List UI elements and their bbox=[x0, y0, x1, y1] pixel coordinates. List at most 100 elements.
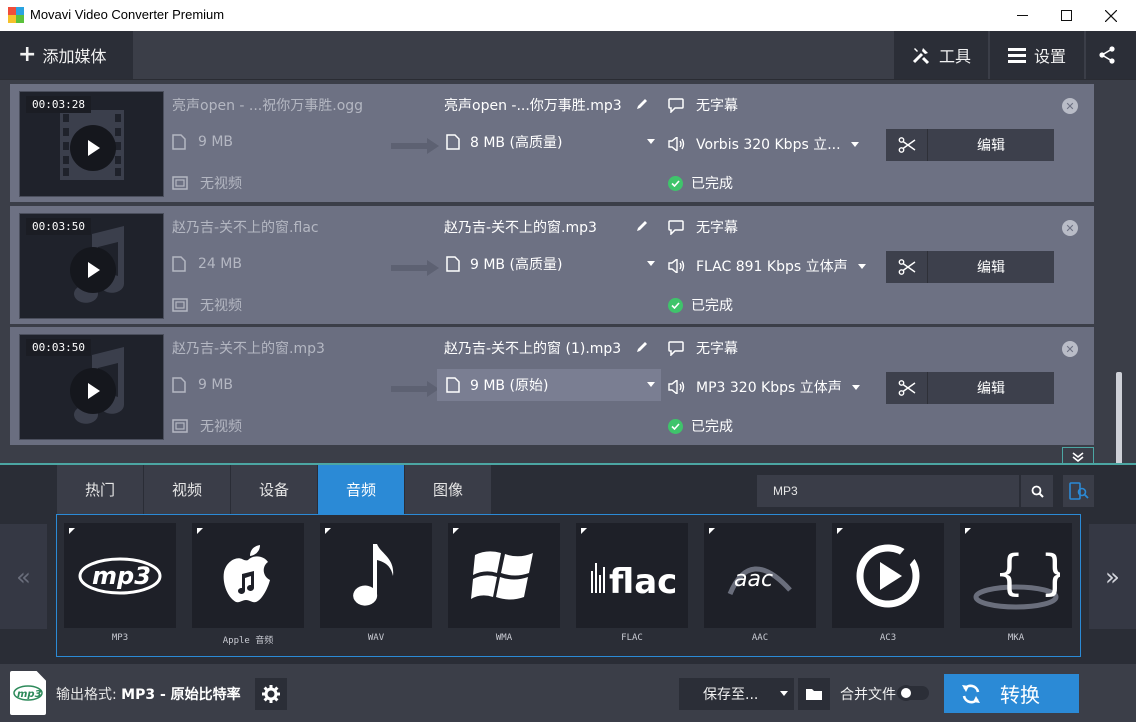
play-button[interactable] bbox=[70, 368, 116, 414]
open-folder-button[interactable] bbox=[798, 678, 830, 710]
close-window-button[interactable] bbox=[1088, 0, 1134, 31]
play-button[interactable] bbox=[70, 125, 116, 171]
maximize-button[interactable] bbox=[1043, 0, 1089, 31]
chevron-down-icon bbox=[647, 382, 655, 387]
minimize-button[interactable] bbox=[999, 0, 1045, 31]
source-size: 9 MB bbox=[172, 134, 233, 150]
edit-button[interactable]: 编辑 bbox=[886, 372, 1054, 404]
format-tabs: 热门 视频 设备 音频 图像 bbox=[57, 465, 492, 514]
share-button[interactable] bbox=[1086, 31, 1136, 79]
tab-popular[interactable]: 热门 bbox=[57, 465, 143, 514]
close-icon: ✕ bbox=[1065, 221, 1075, 235]
remove-file-button[interactable]: ✕ bbox=[1062, 220, 1078, 236]
preset-mka[interactable]: { } bbox=[960, 523, 1072, 628]
preset-corner-marker bbox=[69, 528, 75, 534]
preset-label: AAC bbox=[751, 633, 769, 643]
output-size-dropdown[interactable]: 9 MB (原始) bbox=[437, 369, 661, 401]
tools-button[interactable]: 工具 bbox=[894, 31, 988, 79]
subtitles-dropdown[interactable]: 无字幕 bbox=[668, 95, 738, 115]
output-size-dropdown[interactable]: 9 MB (高质量) bbox=[437, 248, 661, 280]
play-button[interactable] bbox=[70, 247, 116, 293]
file-icon bbox=[172, 377, 186, 393]
svg-text:flac: flac bbox=[609, 562, 677, 601]
preset-label: Apple 音频 bbox=[222, 636, 274, 646]
format-search-input[interactable]: MP3 bbox=[757, 475, 1019, 507]
title-bar: Movavi Video Converter Premium bbox=[0, 0, 1136, 31]
convert-button[interactable]: 转换 bbox=[944, 674, 1079, 713]
speaker-icon bbox=[668, 137, 685, 151]
format-settings-button[interactable] bbox=[255, 678, 287, 710]
audio-track-dropdown[interactable]: FLAC 891 Kbps 立体声 bbox=[668, 256, 866, 276]
rename-pencil-icon[interactable] bbox=[636, 98, 648, 110]
speech-bubble-icon bbox=[668, 340, 684, 356]
audio-thumbnail[interactable]: 00:03:50 bbox=[19, 334, 164, 440]
settings-button[interactable]: 设置 bbox=[990, 31, 1084, 79]
add-media-button[interactable]: + 添加媒体 bbox=[0, 31, 133, 79]
tab-audio[interactable]: 音频 bbox=[318, 465, 404, 514]
preset-grid: mp3 flac aac {MP3 Apple 音频 WAV WMA FLAC… bbox=[56, 514, 1081, 657]
duration-badge: 00:03:28 bbox=[26, 96, 91, 113]
edit-button[interactable]: 编辑 bbox=[886, 129, 1054, 161]
preset-flac[interactable]: flac bbox=[576, 523, 688, 628]
convert-arrow-icon bbox=[391, 138, 439, 154]
preset-ac3[interactable] bbox=[832, 523, 944, 628]
svg-text:mp3: mp3 bbox=[17, 689, 42, 700]
presets-prev-button[interactable]: « bbox=[0, 524, 47, 629]
subtitles-dropdown[interactable]: 无字幕 bbox=[668, 338, 738, 358]
source-size-text: 9 MB bbox=[198, 377, 234, 393]
output-format-icon[interactable]: mp3 bbox=[10, 671, 46, 715]
rename-pencil-icon[interactable] bbox=[636, 220, 648, 232]
source-file-name: 赵乃吉-关不上的窗.flac bbox=[172, 220, 319, 236]
audio-thumbnail[interactable]: 00:03:50 bbox=[19, 213, 164, 319]
preset-wma[interactable] bbox=[448, 523, 560, 628]
video-thumbnail[interactable]: 00:03:28 bbox=[19, 91, 164, 197]
plus-icon: + bbox=[18, 42, 37, 67]
search-button[interactable] bbox=[1021, 475, 1053, 507]
subtitles-text: 无字幕 bbox=[696, 98, 738, 114]
edit-button[interactable]: 编辑 bbox=[886, 251, 1054, 283]
play-icon bbox=[88, 140, 100, 156]
output-size-dropdown[interactable]: 8 MB (高质量) bbox=[437, 126, 661, 158]
merge-files-toggle[interactable] bbox=[897, 685, 929, 701]
device-search-icon bbox=[1068, 482, 1089, 500]
tab-video[interactable]: 视频 bbox=[144, 465, 230, 514]
file-icon bbox=[446, 134, 460, 150]
rename-pencil-icon[interactable] bbox=[636, 341, 648, 353]
save-to-dropdown[interactable]: 保存至... bbox=[679, 678, 794, 710]
scissors-icon bbox=[886, 372, 928, 404]
tab-devices[interactable]: 设备 bbox=[231, 465, 317, 514]
subtitles-dropdown[interactable]: 无字幕 bbox=[668, 217, 738, 237]
file-row[interactable]: 00:03:28 亮声open - ...祝你万事胜.ogg 9 MB 无视频 … bbox=[10, 84, 1094, 202]
preset-corner-marker bbox=[325, 528, 331, 534]
tab-images[interactable]: 图像 bbox=[405, 465, 491, 514]
chevron-down-icon bbox=[850, 141, 859, 147]
preset-wav[interactable] bbox=[320, 523, 432, 628]
subtitles-text: 无字幕 bbox=[696, 220, 738, 236]
source-video: 无视频 bbox=[172, 295, 242, 315]
presets-next-button[interactable]: » bbox=[1089, 524, 1136, 629]
output-size-text: 9 MB (高质量) bbox=[470, 257, 563, 273]
speaker-icon bbox=[668, 259, 685, 273]
audio-track-dropdown[interactable]: MP3 320 Kbps 立体声 bbox=[668, 377, 860, 397]
audio-text: MP3 320 Kbps 立体声 bbox=[696, 380, 842, 396]
source-video: 无视频 bbox=[172, 173, 242, 193]
flac-logo-icon: flac bbox=[576, 523, 688, 628]
video-frame-icon bbox=[172, 298, 188, 312]
remove-file-button[interactable]: ✕ bbox=[1062, 341, 1078, 357]
preset-mp3[interactable]: mp3 bbox=[64, 523, 176, 628]
audio-track-dropdown[interactable]: Vorbis 320 Kbps 立... bbox=[668, 134, 859, 154]
preset-apple-audio[interactable] bbox=[192, 523, 304, 628]
preset-aac[interactable]: aac bbox=[704, 523, 816, 628]
check-circle-icon bbox=[668, 418, 683, 434]
remove-file-button[interactable]: ✕ bbox=[1062, 98, 1078, 114]
file-row[interactable]: 00:03:50 赵乃吉-关不上的窗.flac 24 MB 无视频 赵乃吉-关不… bbox=[10, 206, 1094, 324]
format-panel: 热门 视频 设备 音频 图像 MP3 « » mp3 flac aac {MP… bbox=[0, 463, 1136, 664]
close-icon: ✕ bbox=[1065, 99, 1075, 113]
minimize-icon bbox=[1016, 14, 1028, 16]
preset-label: MKA bbox=[1007, 633, 1025, 643]
file-row[interactable]: 00:03:50 赵乃吉-关不上的窗.mp3 9 MB 无视频 赵乃吉-关不上的… bbox=[10, 327, 1094, 445]
search-icon bbox=[1031, 485, 1044, 498]
detect-device-button[interactable] bbox=[1063, 475, 1094, 507]
chevron-down-icon bbox=[647, 139, 655, 144]
edit-label: 编辑 bbox=[977, 260, 1005, 276]
